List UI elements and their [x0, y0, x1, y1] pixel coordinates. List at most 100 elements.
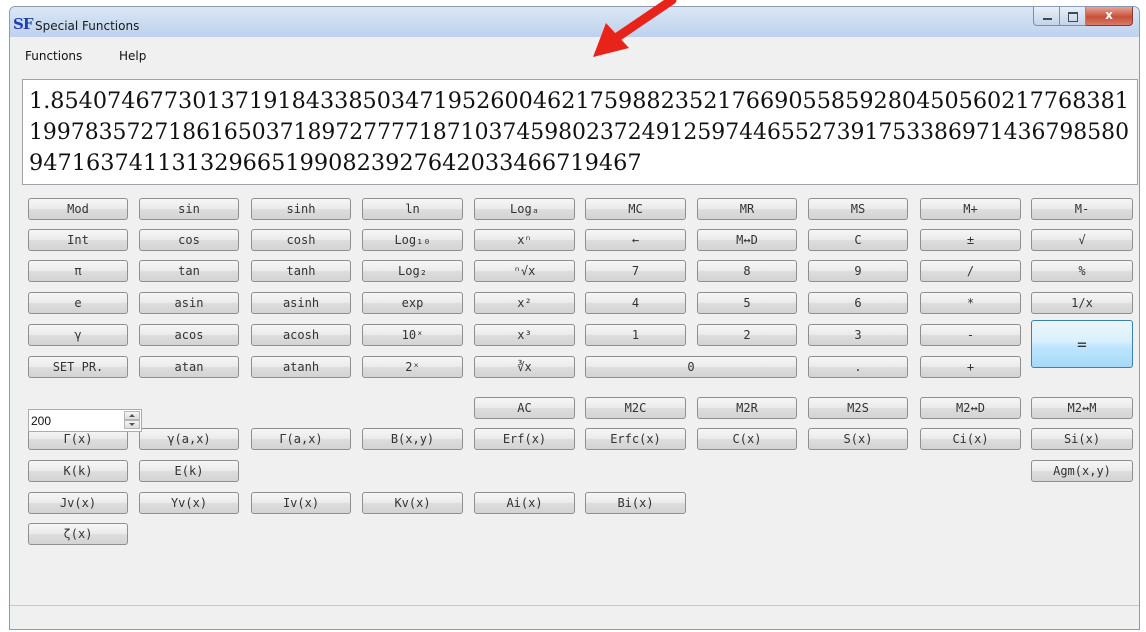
erf-x-button[interactable]: Erf(x)	[474, 428, 575, 450]
minimize-button[interactable]	[1033, 7, 1060, 26]
sqrt-button[interactable]: √	[1031, 229, 1133, 251]
acosh-button[interactable]: acosh	[251, 324, 351, 346]
backspace-button[interactable]: ←	[585, 229, 686, 251]
int-button[interactable]: Int	[28, 229, 128, 251]
x-button[interactable]: ζ(x)	[28, 523, 128, 545]
tan-button[interactable]: tan	[139, 260, 239, 282]
erfc-x-button[interactable]: Erfc(x)	[585, 428, 686, 450]
m2c-button[interactable]: M2C	[585, 397, 686, 419]
sinh-button[interactable]: sinh	[251, 198, 351, 220]
multiply-button[interactable]: *	[920, 292, 1021, 314]
display-line: 9471637411313296651990823927642033466719…	[29, 150, 642, 176]
m-button[interactable]: M-	[1031, 198, 1133, 220]
5-button[interactable]: 5	[697, 292, 797, 314]
set-pr-button[interactable]: SET PR.	[28, 356, 128, 378]
app-icon: SF	[13, 15, 34, 33]
9-button[interactable]: 9	[808, 260, 908, 282]
m2r-button[interactable]: M2R	[697, 397, 797, 419]
precision-spinner[interactable]	[28, 409, 142, 432]
1-button[interactable]: 1	[585, 324, 686, 346]
e-k-button[interactable]: E(k)	[139, 460, 239, 482]
ai-x-button[interactable]: Ai(x)	[474, 492, 575, 514]
euler-gamma-button[interactable]: γ	[28, 324, 128, 346]
bi-x-button[interactable]: Bi(x)	[585, 492, 686, 514]
yv-x-button[interactable]: Yv(x)	[139, 492, 239, 514]
c-x-button[interactable]: C(x)	[697, 428, 797, 450]
0-button[interactable]: 0	[585, 356, 797, 378]
cosh-button[interactable]: cosh	[251, 229, 351, 251]
pi-button[interactable]: π	[28, 260, 128, 282]
menu-help[interactable]: Help	[119, 49, 146, 63]
asin-button[interactable]: asin	[139, 292, 239, 314]
tanh-button[interactable]: tanh	[251, 260, 351, 282]
m2-m-button[interactable]: M2↔M	[1031, 397, 1133, 419]
2-button[interactable]: 2ˣ	[362, 356, 463, 378]
3-button[interactable]: 3	[808, 324, 908, 346]
mr-button[interactable]: MR	[697, 198, 797, 220]
m2s-button[interactable]: M2S	[808, 397, 908, 419]
k-k-button[interactable]: K(k)	[28, 460, 128, 482]
agm-x-y-button[interactable]: Agm(x,y)	[1031, 460, 1133, 482]
x-button[interactable]: ⁿ√x	[474, 260, 575, 282]
x-button[interactable]: x²	[474, 292, 575, 314]
mc-button[interactable]: MC	[585, 198, 686, 220]
6-button[interactable]: 6	[808, 292, 908, 314]
app-window: SF Special Functions x Functions Help 1.…	[9, 6, 1140, 630]
atan-button[interactable]: atan	[139, 356, 239, 378]
kv-x-button[interactable]: Kv(x)	[362, 492, 463, 514]
a-x-button[interactable]: γ(a,x)	[139, 428, 239, 450]
iv-x-button[interactable]: Iv(x)	[251, 492, 351, 514]
2-button[interactable]: 2	[697, 324, 797, 346]
ci-x-button[interactable]: Ci(x)	[920, 428, 1021, 450]
cos-button[interactable]: cos	[139, 229, 239, 251]
x-button[interactable]: x³	[474, 324, 575, 346]
mod-button[interactable]: Mod	[28, 198, 128, 220]
log-button[interactable]: Log₂	[362, 260, 463, 282]
log-button[interactable]: Logₐ	[474, 198, 575, 220]
m2-d-button[interactable]: M2↔D	[920, 397, 1021, 419]
atanh-button[interactable]: atanh	[251, 356, 351, 378]
4-button[interactable]: 4	[585, 292, 686, 314]
title-bar: SF Special Functions x	[10, 7, 1139, 37]
close-button[interactable]: x	[1086, 7, 1133, 26]
si-x-button[interactable]: Si(x)	[1031, 428, 1133, 450]
acos-button[interactable]: acos	[139, 324, 239, 346]
spin-down-icon[interactable]	[124, 420, 140, 429]
jv-x-button[interactable]: Jv(x)	[28, 492, 128, 514]
b-x-y-button[interactable]: B(x,y)	[362, 428, 463, 450]
spin-buttons[interactable]	[124, 411, 140, 430]
spin-up-icon[interactable]	[124, 411, 140, 420]
e-button[interactable]: e	[28, 292, 128, 314]
precision-input[interactable]	[31, 412, 116, 429]
8-button[interactable]: 8	[697, 260, 797, 282]
ln-button[interactable]: ln	[362, 198, 463, 220]
red-arrow-annotation	[593, 0, 677, 57]
ms-button[interactable]: MS	[808, 198, 908, 220]
10-button[interactable]: 10ˣ	[362, 324, 463, 346]
decimal-button[interactable]: .	[808, 356, 908, 378]
ac-button[interactable]: AC	[474, 397, 575, 419]
7-button[interactable]: 7	[585, 260, 686, 282]
menu-functions[interactable]: Functions	[25, 49, 82, 63]
c-button[interactable]: C	[808, 229, 908, 251]
x-button[interactable]: ∛x	[474, 356, 575, 378]
m-button[interactable]: M+	[920, 198, 1021, 220]
a-x-button[interactable]: Γ(a,x)	[251, 428, 351, 450]
exp-button[interactable]: exp	[362, 292, 463, 314]
plus-minus-button[interactable]: ±	[920, 229, 1021, 251]
asinh-button[interactable]: asinh	[251, 292, 351, 314]
x-button[interactable]: xⁿ	[474, 229, 575, 251]
1-x-button[interactable]: 1/x	[1031, 292, 1133, 314]
percent-button[interactable]: %	[1031, 260, 1133, 282]
maximize-button[interactable]	[1060, 7, 1086, 26]
display-line: 1.85407467730137191843385034719526004621…	[29, 88, 1129, 114]
minus-button[interactable]: -	[920, 324, 1021, 346]
equals-button[interactable]: =	[1031, 320, 1133, 368]
s-x-button[interactable]: S(x)	[808, 428, 908, 450]
log-button[interactable]: Log₁₀	[362, 229, 463, 251]
sin-button[interactable]: sin	[139, 198, 239, 220]
close-icon: x	[1105, 8, 1113, 22]
m-d-button[interactable]: M↔D	[697, 229, 797, 251]
plus-button[interactable]: +	[920, 356, 1021, 378]
divide-button[interactable]: /	[920, 260, 1021, 282]
